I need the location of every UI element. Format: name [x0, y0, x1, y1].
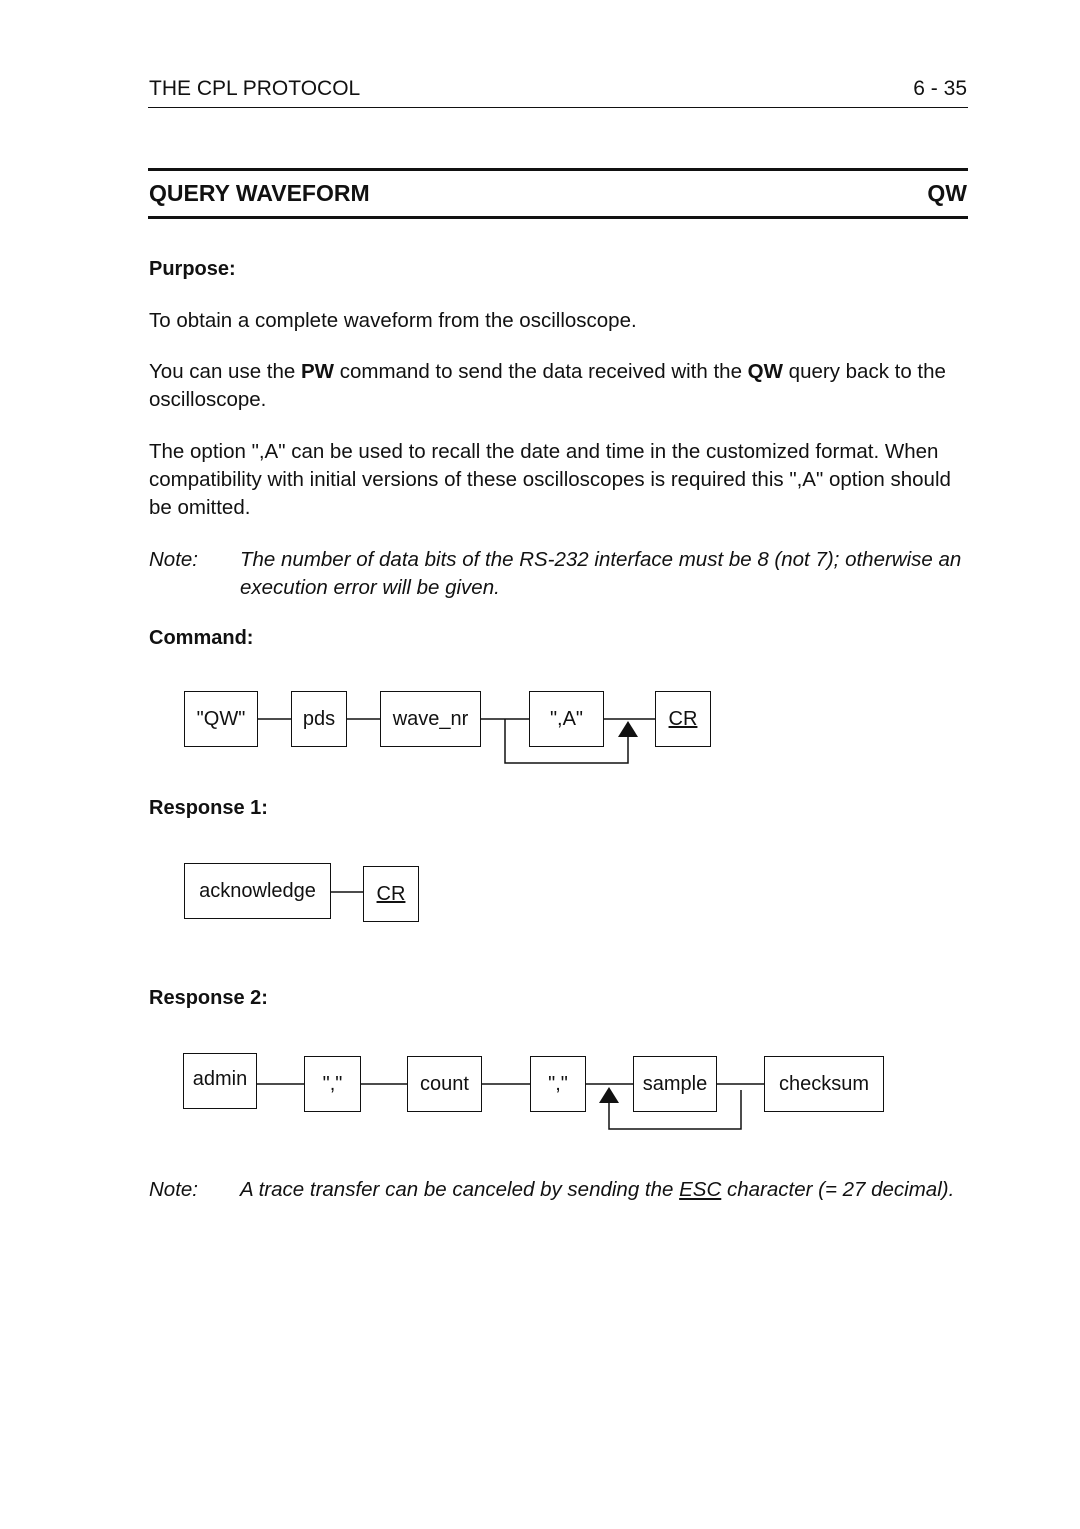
response2-heading: Response 2: [149, 987, 268, 1009]
text-run: A trace transfer can be canceled by send… [240, 1178, 680, 1201]
syntax-box-sample: sample [633, 1056, 717, 1112]
esc-key-ref: ESC [679, 1178, 722, 1201]
note-text: A trace transfer can be canceled by send… [240, 1176, 980, 1204]
response1-heading: Response 1: [149, 797, 268, 819]
syntax-box-comma: "," [304, 1056, 361, 1112]
syntax-box-cr: CR [363, 866, 419, 922]
syntax-box-acknowledge: acknowledge [184, 863, 331, 919]
syntax-box-count: count [407, 1056, 482, 1112]
syntax-box-option-a: ",A" [529, 691, 604, 747]
syntax-diagram-lines [256, 718, 765, 1130]
arrow-up-icon [599, 1087, 619, 1103]
syntax-box-pds: pds [291, 691, 347, 747]
syntax-box-checksum: checksum [764, 1056, 884, 1112]
syntax-box-wave-nr: wave_nr [380, 691, 481, 747]
transfer-note: Note: A trace transfer can be canceled b… [149, 1176, 979, 1236]
syntax-box-comma: "," [530, 1056, 586, 1112]
arrow-up-icon [618, 721, 638, 737]
text-run: character (= 27 decimal). [721, 1178, 955, 1201]
note-label: Note: [149, 1178, 198, 1201]
syntax-box-qw: "QW" [184, 691, 258, 747]
syntax-box-cr: CR [655, 691, 711, 747]
syntax-box-admin: admin [183, 1053, 257, 1109]
